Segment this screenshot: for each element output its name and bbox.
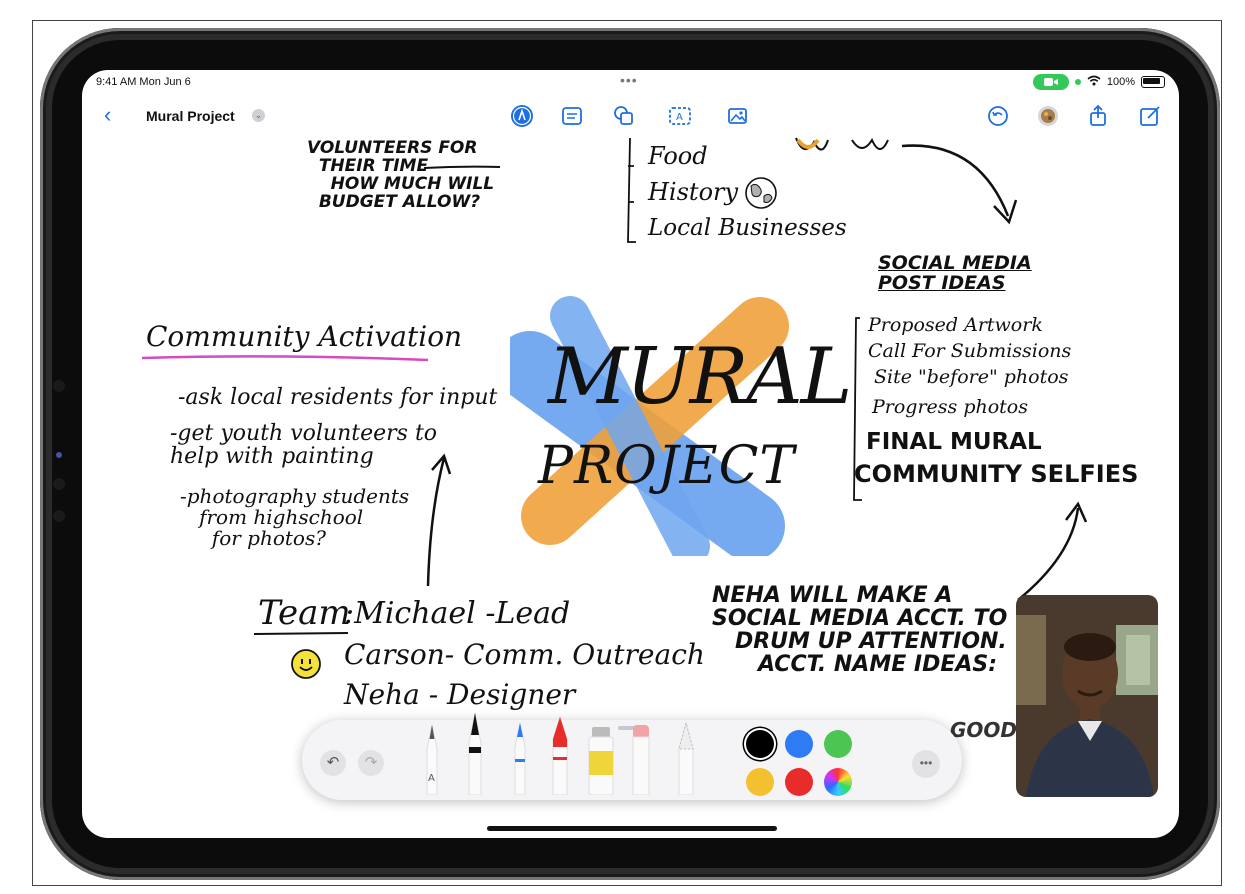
compose-icon[interactable] xyxy=(1138,104,1162,128)
smiley-sticker-icon[interactable] xyxy=(290,648,322,685)
team-member-lead[interactable]: :Michael -Lead xyxy=(344,598,570,630)
chevron-down-icon[interactable]: ⌄ xyxy=(252,109,265,122)
volunteers-note[interactable]: VOLUNTEERS FOR THEIR TIME HOW MUCH WILL … xyxy=(307,139,494,211)
svg-text:A: A xyxy=(676,112,683,123)
facetime-indicator-icon[interactable] xyxy=(1032,74,1069,90)
mural-heading[interactable]: MURAL xyxy=(548,332,852,422)
social-item-selfies[interactable]: COMMUNITY SELFIES xyxy=(854,461,1138,487)
shapes-icon[interactable] xyxy=(612,104,636,128)
home-indicator[interactable] xyxy=(487,826,777,831)
crayon-tool[interactable] xyxy=(546,715,574,800)
status-time: 9:41 AM Mon Jun 6 xyxy=(96,76,191,88)
paint-bucket-tool[interactable] xyxy=(586,725,616,800)
project-heading[interactable]: PROJECT xyxy=(538,436,795,496)
color-swatch-green[interactable] xyxy=(824,730,852,758)
text-box-icon[interactable]: A xyxy=(668,104,692,128)
facetime-video-tile[interactable] xyxy=(1016,595,1158,797)
marker-tool[interactable] xyxy=(508,719,532,800)
wifi-icon xyxy=(1087,75,1101,89)
board-title[interactable]: Mural Project xyxy=(146,108,235,124)
arrow-to-social[interactable] xyxy=(898,136,1028,228)
topic-bracket xyxy=(627,138,636,243)
social-heading[interactable]: SOCIAL MEDIA POST IDEAS xyxy=(878,253,1032,294)
status-right: 100% xyxy=(1032,74,1165,90)
topic-local-businesses[interactable]: Local Businesses xyxy=(648,216,847,240)
status-bar: 9:41 AM Mon Jun 6 ••• 100% xyxy=(82,70,1179,94)
undo-button[interactable]: ↶ xyxy=(320,750,346,776)
pencil-tool[interactable] xyxy=(674,719,698,800)
arrow-to-community[interactable] xyxy=(418,452,458,592)
team-member-designer[interactable]: Neha - Designer xyxy=(344,680,575,710)
social-item-2[interactable]: Call For Submissions xyxy=(868,341,1071,362)
redo-button[interactable]: ↷ xyxy=(358,750,384,776)
topic-food[interactable]: Food xyxy=(648,143,708,169)
color-swatch-red[interactable] xyxy=(785,768,813,796)
team-member-outreach[interactable]: Carson- Comm. Outreach xyxy=(344,640,705,670)
camera-dot xyxy=(53,380,65,392)
globe-sticker-icon[interactable] xyxy=(742,176,780,215)
social-item-final-mural[interactable]: FINAL MURAL xyxy=(866,430,1042,454)
note-underline xyxy=(423,165,501,169)
pen-letter: A xyxy=(428,773,435,784)
photo-icon[interactable] xyxy=(725,104,749,128)
color-wheel-icon[interactable] xyxy=(824,768,852,796)
indicator-dot xyxy=(56,452,62,458)
collaborators-icon[interactable] xyxy=(1036,104,1060,128)
battery-percent: 100% xyxy=(1106,76,1135,88)
video-call-participant-image xyxy=(1016,595,1158,797)
pen-tool-icon[interactable] xyxy=(510,104,534,128)
team-label[interactable]: Team xyxy=(258,595,351,632)
partial-name-idea[interactable]: GOOD xyxy=(950,720,1017,741)
community-item-1[interactable]: -ask local residents for input xyxy=(178,386,497,409)
sensor-dot xyxy=(53,478,65,490)
share-icon[interactable] xyxy=(1086,104,1110,128)
camera-in-use-dot xyxy=(1074,79,1081,85)
undo-history-icon[interactable] xyxy=(986,104,1010,128)
topic-history[interactable]: History xyxy=(648,179,738,205)
community-item-2[interactable]: -get youth volunteers to help with paint… xyxy=(170,422,437,468)
ipad-screen: 9:41 AM Mon Jun 6 ••• 100% ‹ Mural Proje… xyxy=(82,70,1179,838)
sensor-dot xyxy=(53,510,65,522)
arrow-to-social-list[interactable] xyxy=(1012,496,1092,606)
app-toolbar: ‹ Mural Project ⌄ A xyxy=(82,98,1179,134)
battery-icon xyxy=(1141,76,1165,88)
chevron-left-icon[interactable]: ‹ xyxy=(104,102,111,128)
partial-figures-sticker[interactable] xyxy=(792,136,902,164)
monoline-pen-tool[interactable]: A xyxy=(420,721,444,800)
multitasking-dots[interactable]: ••• xyxy=(620,72,638,88)
color-swatch-black[interactable] xyxy=(746,730,774,758)
neha-note[interactable]: NEHA WILL MAKE A SOCIAL MEDIA ACCT. TO D… xyxy=(712,584,1007,676)
fountain-pen-tool[interactable] xyxy=(462,712,488,800)
community-underline xyxy=(141,355,429,362)
drawing-tool-palette: ↶ ↷ A ••• xyxy=(302,712,962,800)
more-options-button[interactable]: ••• xyxy=(912,750,940,778)
social-item-4[interactable]: Progress photos xyxy=(872,397,1028,418)
team-underline xyxy=(253,632,349,635)
social-item-3[interactable]: Site "before" photos xyxy=(874,367,1068,388)
color-swatch-blue[interactable] xyxy=(785,730,813,758)
eraser-tool[interactable] xyxy=(630,723,652,800)
community-item-3[interactable]: -photography students from highschool fo… xyxy=(180,486,409,549)
color-swatch-yellow[interactable] xyxy=(746,768,774,796)
community-heading[interactable]: Community Activation xyxy=(146,322,462,352)
note-icon[interactable] xyxy=(560,104,584,128)
social-item-1[interactable]: Proposed Artwork xyxy=(868,315,1043,336)
